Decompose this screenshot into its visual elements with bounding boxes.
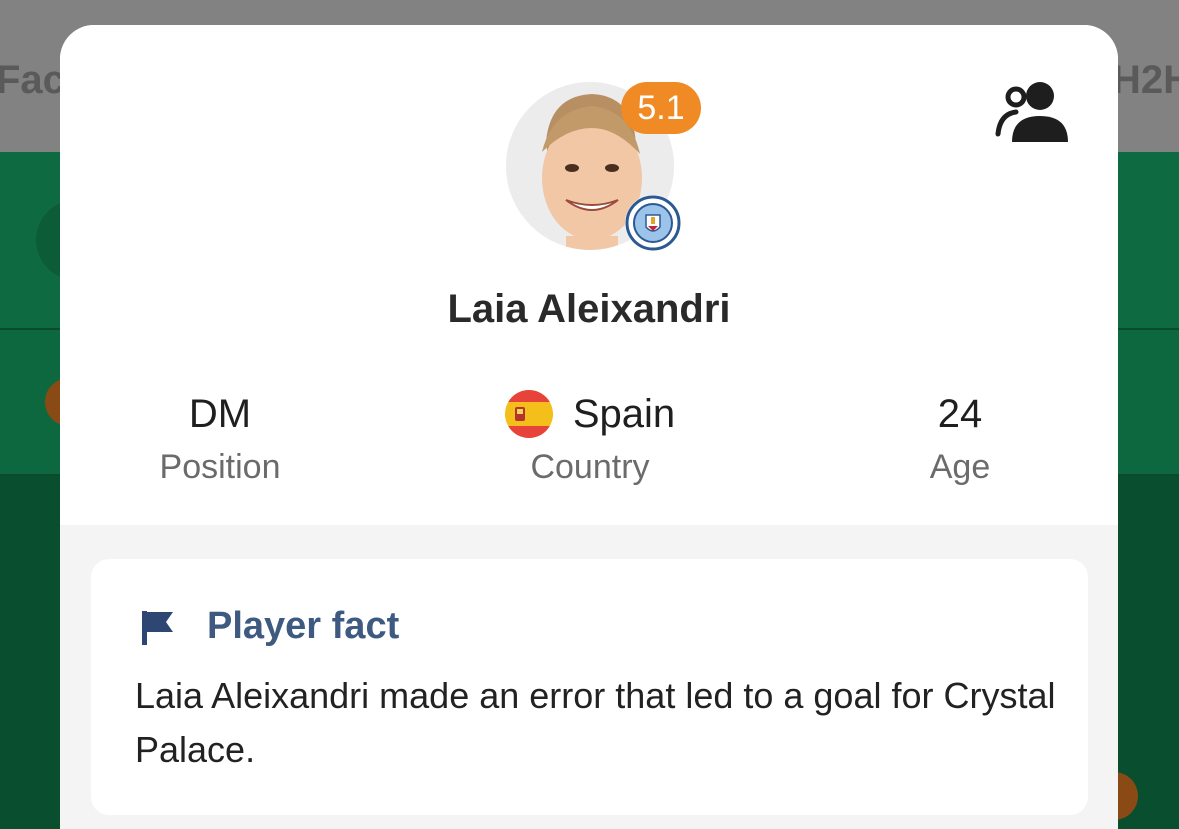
manchester-city-crest-icon bbox=[625, 195, 681, 251]
position-label: Position bbox=[159, 448, 281, 486]
player-modal: 5.1 Laia Aleixandri DM Position Spain Co… bbox=[60, 25, 1118, 829]
age-value: 24 bbox=[937, 392, 983, 436]
age-label: Age bbox=[929, 448, 991, 486]
player-fact-card: Player fact Laia Aleixandri made an erro… bbox=[91, 559, 1088, 815]
flag-icon bbox=[139, 609, 179, 647]
country-value: Spain bbox=[572, 392, 676, 436]
player-name: Laia Aleixandri bbox=[447, 287, 731, 331]
fact-title: Player fact bbox=[207, 605, 400, 647]
compare-players-icon[interactable] bbox=[994, 80, 1070, 142]
stat-position: DM Position bbox=[120, 388, 320, 487]
background-tab-h2h: H2H bbox=[1112, 58, 1179, 102]
spain-flag-icon bbox=[504, 390, 553, 438]
country-label: Country bbox=[530, 448, 650, 486]
stat-country: Spain Country bbox=[475, 388, 705, 487]
position-value: DM bbox=[188, 392, 252, 436]
fact-text: Laia Aleixandri made an error that led t… bbox=[135, 675, 1056, 770]
player-rating-badge: 5.1 bbox=[621, 82, 701, 134]
screen: Fact H2H 5.1 Laia Aleixandri DM Position… bbox=[0, 0, 1179, 829]
stat-age: 24 Age bbox=[860, 388, 1060, 487]
